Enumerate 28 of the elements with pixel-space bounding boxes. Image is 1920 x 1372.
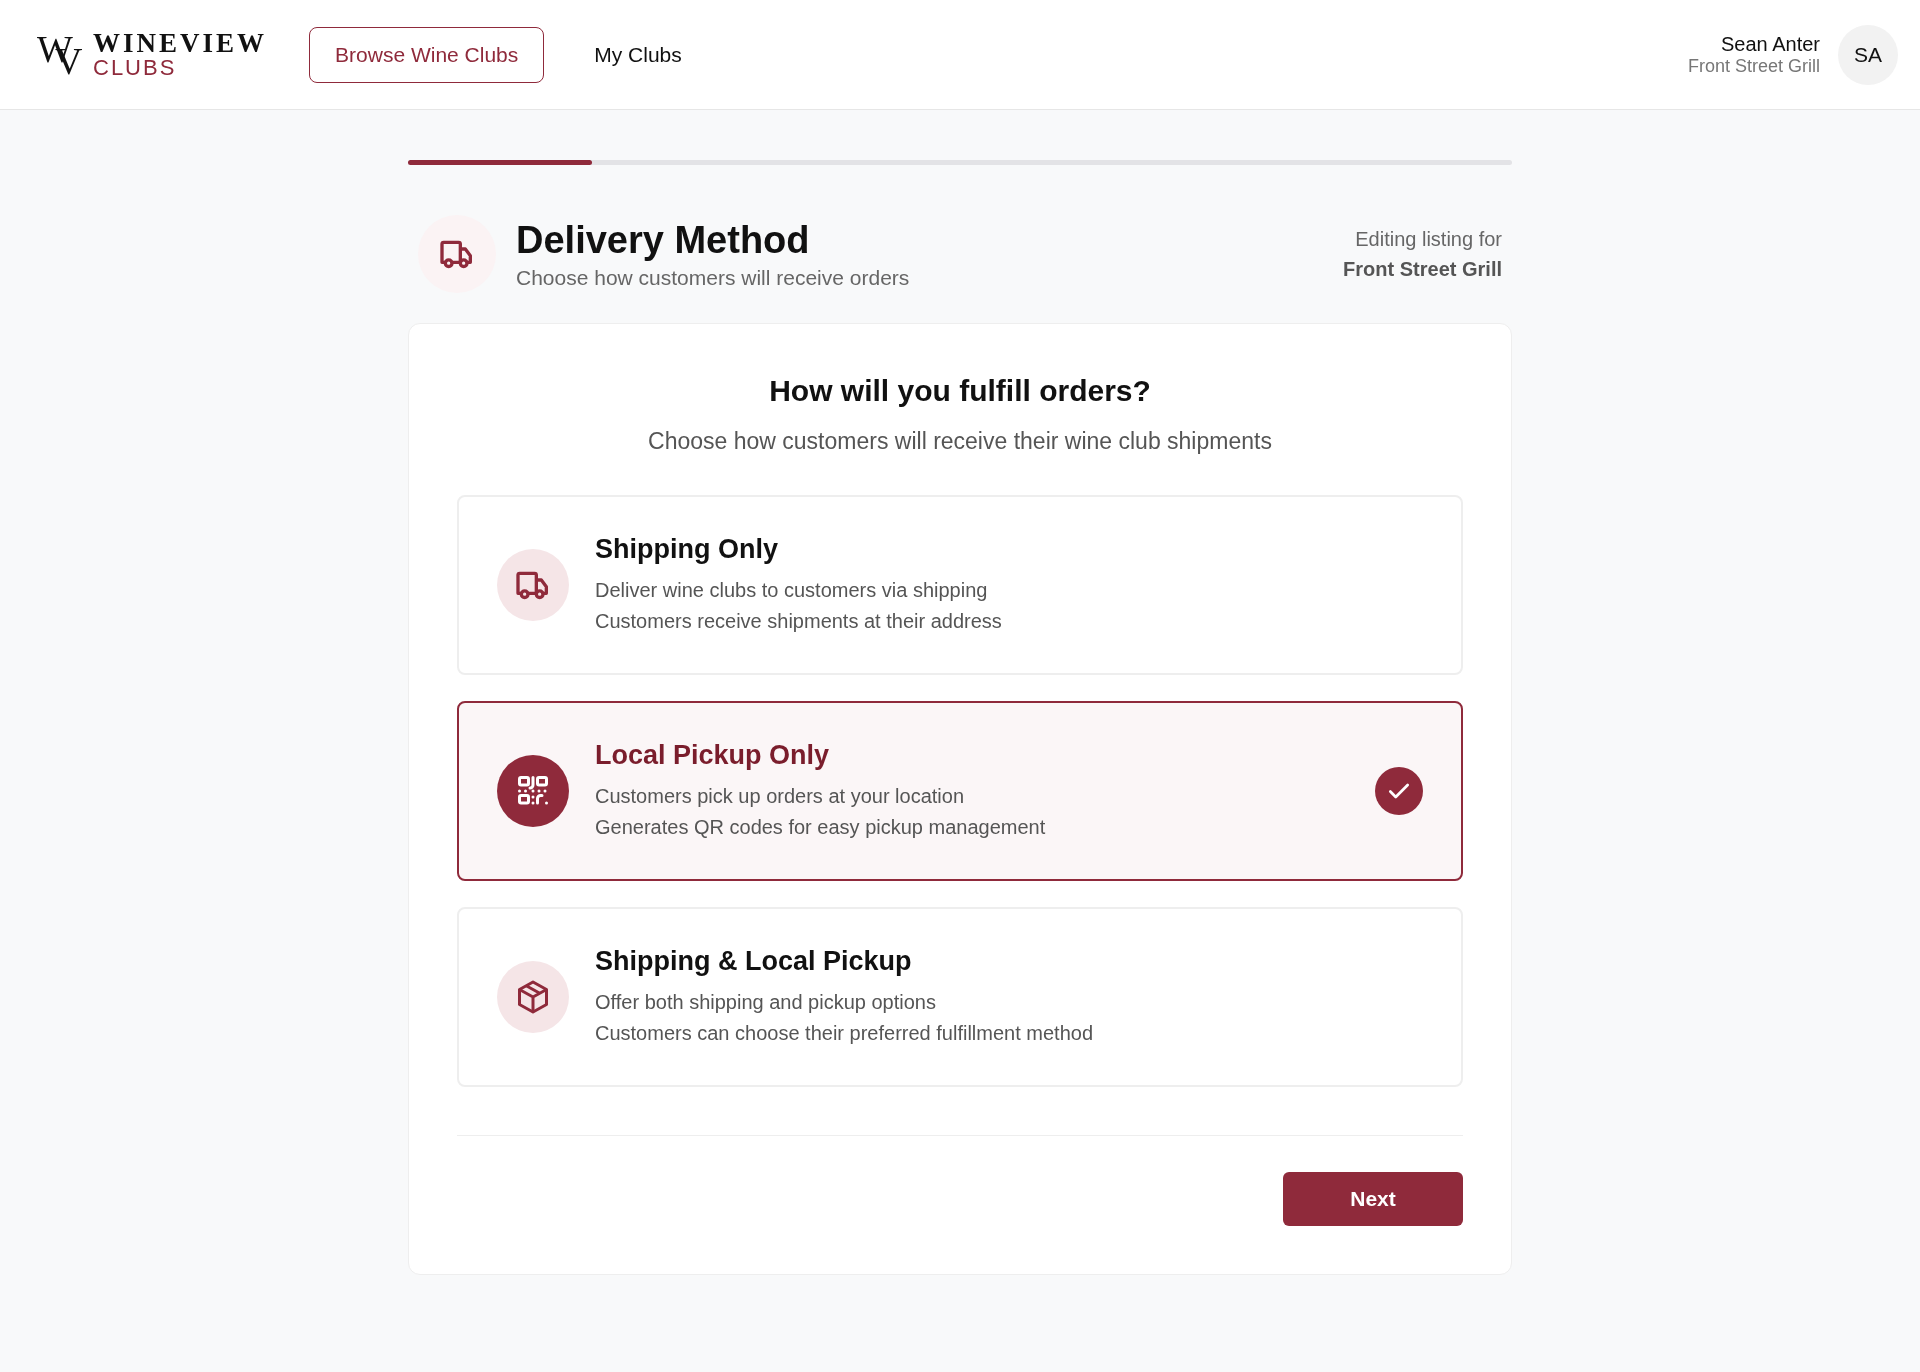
option-description: Customers can choose their preferred fulfillment method: [595, 1020, 1094, 1046]
nav-tab[interactable]: My Clubs: [568, 26, 708, 83]
option-title: Shipping & Local Pickup: [595, 945, 913, 977]
page-title: Delivery Method: [516, 218, 811, 262]
logo-wordmark: WINEVIEW: [93, 30, 268, 57]
option-card[interactable]: Shipping Only Deliver wine clubs to customers via shipping Customers receive shipments at their address: [457, 495, 1463, 675]
logo-subtitle: CLUBS: [93, 57, 178, 79]
option-card[interactable]: Shipping & Local Pickup Offer both shipping and pickup options Customers can choose their preferred fulfillment method: [457, 907, 1463, 1087]
option-description: Offer both shipping and pickup options: [595, 989, 937, 1015]
next-button[interactable]: Next: [1283, 1172, 1463, 1226]
page-subtitle: Choose how customers will receive orders: [516, 266, 911, 290]
user-name: Sean Anter: [1721, 32, 1820, 56]
business-name: Front Street Grill: [1343, 257, 1502, 282]
option-description: Deliver wine clubs to customers via shipping: [595, 577, 989, 603]
option-description: Generates QR codes for easy pickup management: [595, 814, 1047, 840]
option-title: Shipping Only: [595, 533, 779, 565]
option-card[interactable]: Local Pickup Only Customers pick up orders at your location Generates QR codes for easy pickup management: [457, 701, 1463, 881]
box-icon: [515, 979, 551, 1015]
option-title: Local Pickup Only: [595, 739, 831, 771]
question-subheading: Choose how customers will receive their wine club shipments: [647, 428, 1273, 455]
option-description: Customers receive shipments at their address: [595, 608, 1003, 634]
question-heading: How will you fulfill orders?: [768, 374, 1152, 408]
check-icon: [1375, 767, 1423, 815]
nav-tab[interactable]: Browse Wine Clubs: [309, 26, 545, 83]
user-organization: Front Street Grill: [1687, 55, 1820, 77]
editing-label: Editing listing for: [1355, 227, 1502, 252]
user-avatar[interactable]: SA: [1838, 24, 1898, 85]
option-description: Customers pick up orders at your location: [595, 783, 966, 809]
